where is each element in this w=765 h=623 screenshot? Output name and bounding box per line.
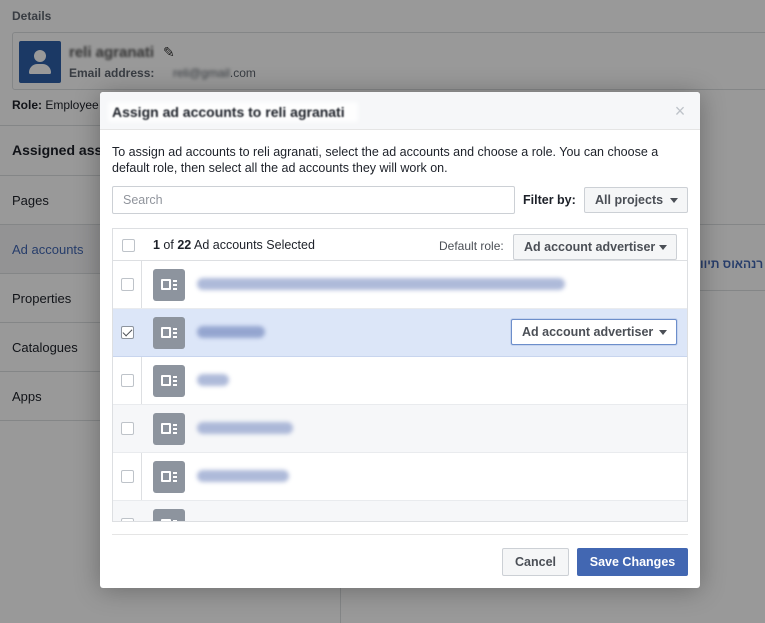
filter-projects-dropdown[interactable]: All projects — [584, 187, 688, 213]
ad-account-icon — [153, 269, 185, 301]
ad-accounts-table: 1 of 22 Ad accounts Selected Default rol… — [112, 228, 688, 522]
ad-account-name-redacted — [197, 422, 293, 434]
default-role-dropdown[interactable]: Ad account advertiser — [513, 234, 677, 260]
row-checkbox[interactable] — [121, 518, 134, 521]
cancel-button[interactable]: Cancel — [502, 548, 569, 576]
default-role-label: Default role: — [439, 239, 504, 253]
ad-account-name-redacted — [197, 326, 265, 338]
row-checkbox[interactable] — [121, 374, 134, 387]
modal-title: Assign ad accounts to reli agranati — [112, 104, 345, 120]
modal-header: Assign ad accounts to reli agranati × — [100, 92, 700, 130]
table-row[interactable] — [113, 261, 687, 309]
filter-label: Filter by: — [523, 193, 576, 207]
assign-ad-accounts-dialog: Assign ad accounts to reli agranati × To… — [100, 92, 700, 588]
ad-account-name-redacted — [197, 374, 229, 386]
ad-account-icon — [153, 413, 185, 445]
caret-down-icon — [670, 198, 678, 203]
row-checkbox[interactable] — [121, 278, 134, 291]
table-row[interactable] — [113, 501, 687, 521]
caret-down-icon — [659, 245, 667, 250]
row-checkbox[interactable] — [121, 470, 134, 483]
row-role-value: Ad account advertiser — [522, 325, 654, 339]
table-row[interactable] — [113, 453, 687, 501]
table-header: 1 of 22 Ad accounts Selected Default rol… — [113, 229, 687, 261]
ad-account-icon — [153, 365, 185, 397]
ad-account-name-redacted — [197, 470, 289, 482]
filter-value: All projects — [595, 193, 664, 207]
search-input[interactable] — [112, 186, 515, 214]
row-role-dropdown[interactable]: Ad account advertiser — [511, 319, 677, 345]
select-all-checkbox[interactable] — [122, 239, 135, 252]
caret-down-icon — [659, 330, 667, 335]
ad-account-icon — [153, 509, 185, 521]
table-row[interactable] — [113, 405, 687, 453]
row-checkbox[interactable] — [121, 422, 134, 435]
ad-account-name-redacted — [197, 278, 565, 290]
row-checkbox[interactable] — [121, 326, 134, 339]
modal-description: To assign ad accounts to reli agranati, … — [112, 145, 659, 175]
table-row[interactable]: Ad account advertiser — [113, 309, 687, 357]
table-row[interactable] — [113, 357, 687, 405]
close-icon[interactable]: × — [670, 101, 690, 121]
ad-account-icon — [153, 317, 185, 349]
footer-divider — [112, 534, 688, 535]
selected-count: 1 of 22 Ad accounts Selected — [153, 238, 315, 252]
save-changes-button[interactable]: Save Changes — [577, 548, 688, 576]
ad-account-icon — [153, 461, 185, 493]
default-role-value: Ad account advertiser — [524, 240, 656, 254]
